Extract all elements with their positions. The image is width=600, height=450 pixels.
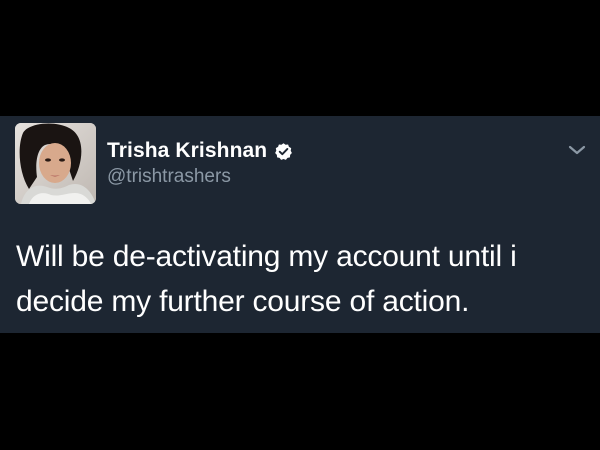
tweet-card: Trisha Krishnan @trishtrashers Will be d… [0, 116, 600, 333]
chevron-down-icon[interactable] [566, 142, 588, 158]
author-handle[interactable]: @trishtrashers [107, 166, 231, 188]
tweet-text: Will be de-activating my account until i… [16, 240, 517, 318]
author-display-name[interactable]: Trisha Krishnan [107, 139, 267, 163]
avatar-image [15, 123, 96, 204]
screenshot-canvas: Trisha Krishnan @trishtrashers Will be d… [0, 0, 600, 450]
avatar[interactable] [15, 123, 96, 204]
author-name-row: Trisha Krishnan [107, 138, 293, 164]
verified-badge-icon [274, 142, 293, 161]
